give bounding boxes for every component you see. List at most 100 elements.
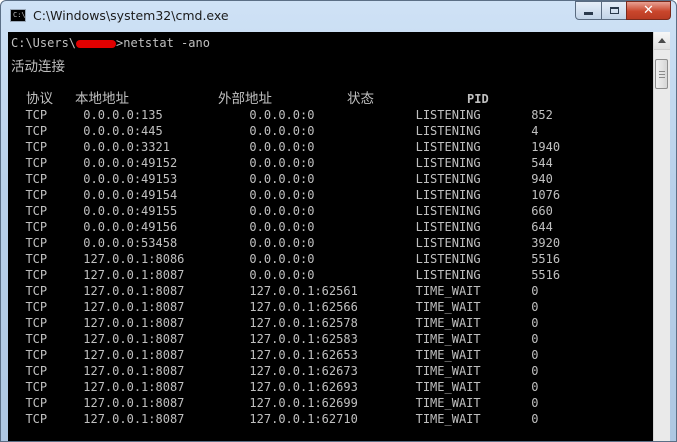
prompt-command: >netstat -ano — [116, 36, 210, 50]
cell-local-address: 127.0.0.1:8087 — [83, 412, 250, 426]
command-line: C:\Users\ >netstat -ano — [11, 35, 560, 51]
cell-protocol: TCP — [25, 172, 84, 186]
arrow-up-icon — [658, 38, 666, 43]
close-button[interactable]: ✕ — [626, 1, 671, 20]
cell-foreign-address: 0.0.0.0:0 — [249, 252, 416, 266]
table-row: TCP 127.0.0.1:8087 127.0.0.1:62578 TIME_… — [11, 315, 560, 331]
cell-state: LISTENING — [415, 268, 532, 282]
cell-state: LISTENING — [415, 172, 532, 186]
cell-foreign-address: 127.0.0.1:62699 — [249, 396, 416, 410]
console-app-icon-text: C:\ — [13, 11, 26, 19]
cell-protocol: TCP — [25, 236, 84, 250]
cell-pid: 660 — [531, 204, 553, 218]
cell-state: LISTENING — [415, 188, 532, 202]
cell-state: TIME_WAIT — [415, 364, 532, 378]
cell-pid: 0 — [531, 284, 539, 298]
cell-state: LISTENING — [415, 236, 532, 250]
table-row: TCP 127.0.0.1:8087 127.0.0.1:62673 TIME_… — [11, 363, 560, 379]
cell-protocol: TCP — [25, 348, 84, 362]
table-row: TCP 0.0.0.0:49152 0.0.0.0:0 LISTENING 54… — [11, 155, 560, 171]
cell-protocol: TCP — [25, 268, 84, 282]
cell-state: LISTENING — [415, 204, 532, 218]
cell-foreign-address: 0.0.0.0:0 — [249, 188, 416, 202]
maximize-button[interactable] — [601, 1, 627, 20]
console-app-icon[interactable]: C:\ — [10, 9, 26, 22]
table-row: TCP 127.0.0.1:8087 127.0.0.1:62693 TIME_… — [11, 379, 560, 395]
cell-local-address: 0.0.0.0:3321 — [83, 140, 250, 154]
header-protocol: 协议 — [26, 91, 53, 107]
cell-state: TIME_WAIT — [415, 300, 532, 314]
cell-foreign-address: 127.0.0.1:62653 — [249, 348, 416, 362]
cell-foreign-address: 127.0.0.1:62578 — [249, 316, 416, 330]
cell-local-address: 127.0.0.1:8087 — [83, 364, 250, 378]
cell-local-address: 127.0.0.1:8087 — [83, 300, 250, 314]
cell-local-address: 0.0.0.0:49154 — [83, 188, 250, 202]
cell-protocol: TCP — [25, 156, 84, 170]
cell-local-address: 0.0.0.0:135 — [83, 108, 250, 122]
cmd-window: C:\ C:\Windows\system32\cmd.exe ✕ C:\Use… — [0, 0, 677, 442]
scroll-thumb[interactable] — [655, 59, 668, 89]
cell-pid: 0 — [531, 396, 539, 410]
cell-state: LISTENING — [415, 124, 532, 138]
cell-local-address: 127.0.0.1:8086 — [83, 252, 250, 266]
cell-pid: 0 — [531, 412, 539, 426]
cell-foreign-address: 127.0.0.1:62693 — [249, 380, 416, 394]
cell-protocol: TCP — [25, 252, 84, 266]
cell-local-address: 0.0.0.0:49152 — [83, 156, 250, 170]
table-row: TCP 127.0.0.1:8087 127.0.0.1:62566 TIME_… — [11, 299, 560, 315]
table-row: TCP 0.0.0.0:3321 0.0.0.0:0 LISTENING 194… — [11, 139, 560, 155]
cell-local-address: 127.0.0.1:8087 — [83, 396, 250, 410]
scroll-up-button[interactable] — [654, 32, 670, 50]
cell-local-address: 0.0.0.0:49155 — [83, 204, 250, 218]
table-row: TCP 0.0.0.0:49156 0.0.0.0:0 LISTENING 64… — [11, 219, 560, 235]
cell-protocol: TCP — [25, 332, 84, 346]
cell-protocol: TCP — [25, 140, 84, 154]
console-output[interactable]: C:\Users\ >netstat -ano 活动连接 协议 本地地址 外部地址 状态 PI… — [8, 32, 653, 441]
cell-state: TIME_WAIT — [415, 284, 532, 298]
cell-foreign-address: 127.0.0.1:62583 — [249, 332, 416, 346]
cell-local-address: 0.0.0.0:53458 — [83, 236, 250, 250]
cell-pid: 0 — [531, 332, 539, 346]
grip-line — [659, 74, 665, 75]
cell-state: TIME_WAIT — [415, 412, 532, 426]
title-bar[interactable]: C:\ C:\Windows\system32\cmd.exe ✕ — [1, 1, 676, 31]
table-row: TCP 0.0.0.0:445 0.0.0.0:0 LISTENING 4 — [11, 123, 560, 139]
cell-foreign-address: 0.0.0.0:0 — [249, 156, 416, 170]
cell-pid: 3920 — [531, 236, 561, 250]
caption-buttons: ✕ — [575, 1, 671, 21]
table-row: TCP 127.0.0.1:8087 127.0.0.1:62583 TIME_… — [11, 331, 560, 347]
table-row: TCP 0.0.0.0:53458 0.0.0.0:0 LISTENING 39… — [11, 235, 560, 251]
window-title: C:\Windows\system32\cmd.exe — [33, 8, 229, 23]
cell-protocol: TCP — [25, 284, 84, 298]
cell-local-address: 127.0.0.1:8087 — [83, 348, 250, 362]
cell-local-address: 0.0.0.0:49156 — [83, 220, 250, 234]
cell-state: TIME_WAIT — [415, 348, 532, 362]
cell-state: LISTENING — [415, 108, 532, 122]
header-foreign-address: 外部地址 — [218, 91, 272, 107]
cell-pid: 852 — [531, 108, 553, 122]
cell-pid: 5516 — [531, 252, 561, 266]
header-state: 状态 — [347, 91, 374, 107]
minimize-button[interactable] — [575, 1, 602, 20]
section-title: 活动连接 — [11, 59, 65, 75]
cell-local-address: 0.0.0.0:49153 — [83, 172, 250, 186]
cell-state: TIME_WAIT — [415, 396, 532, 410]
grip-line — [659, 77, 665, 78]
cell-protocol: TCP — [25, 188, 84, 202]
cell-protocol: TCP — [25, 124, 84, 138]
cell-local-address: 127.0.0.1:8087 — [83, 380, 250, 394]
table-row: TCP 127.0.0.1:8087 127.0.0.1:62699 TIME_… — [11, 395, 560, 411]
cell-local-address: 127.0.0.1:8087 — [83, 332, 250, 346]
vertical-scrollbar[interactable] — [653, 32, 670, 441]
cell-pid: 4 — [531, 124, 539, 138]
cell-protocol: TCP — [25, 412, 84, 426]
table-row: TCP 0.0.0.0:49153 0.0.0.0:0 LISTENING 94… — [11, 171, 560, 187]
cell-pid: 0 — [531, 364, 539, 378]
table-row: TCP 127.0.0.1:8087 127.0.0.1:62710 TIME_… — [11, 411, 560, 427]
cell-protocol: TCP — [25, 220, 84, 234]
cell-protocol: TCP — [25, 380, 84, 394]
cell-pid: 0 — [531, 380, 539, 394]
redacted-username — [76, 39, 117, 48]
header-local-address: 本地地址 — [75, 91, 129, 107]
